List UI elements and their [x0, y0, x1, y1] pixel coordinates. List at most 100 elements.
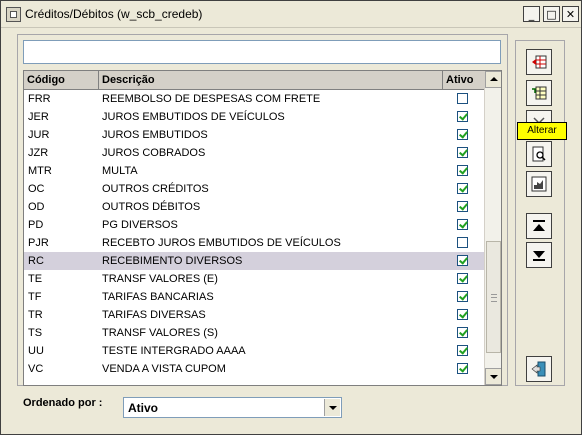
chevron-down-icon[interactable] [324, 399, 340, 416]
table-row[interactable]: JER JUROS EMBUTIDOS DE VEÍCULOS [24, 108, 484, 126]
row-code: TF [28, 291, 42, 303]
row-description: REEMBOLSO DE DESPESAS COM FRETE [102, 93, 321, 105]
tooltip: Alterar [517, 122, 567, 140]
title-bar: Créditos/Débitos (w_scb_credeb) _ □ ✕ [1, 1, 581, 28]
table-row[interactable]: RC RECEBIMENTO DIVERSOS [24, 252, 484, 270]
row-description: RECEBIMENTO DIVERSOS [102, 255, 243, 267]
row-code: OD [28, 201, 45, 213]
order-by-label-text: Ordenado por : [23, 397, 103, 409]
grid-header: Código Descrição Ativo [24, 71, 484, 90]
row-code: JER [28, 111, 49, 123]
row-description: OUTROS CRÉDITOS [102, 183, 209, 195]
active-checkbox[interactable] [457, 111, 468, 122]
row-description: TRANSF VALORES (S) [102, 327, 218, 339]
table-row[interactable]: TR TARIFAS DIVERSAS [24, 306, 484, 324]
row-code: JZR [28, 147, 49, 159]
column-header-description[interactable]: Descrição [99, 71, 443, 89]
row-code: OC [28, 183, 45, 195]
table-row[interactable]: TS TRANSF VALORES (S) [24, 324, 484, 342]
row-code: TE [28, 273, 43, 285]
minimize-button[interactable]: _ [523, 6, 540, 22]
table-row[interactable]: TF TARIFAS BANCARIAS [24, 288, 484, 306]
scroll-down-button[interactable] [485, 368, 501, 385]
row-code: VC [28, 363, 44, 375]
row-code: RC [28, 255, 44, 267]
edit-button[interactable] [526, 80, 552, 106]
active-checkbox[interactable] [457, 147, 468, 158]
row-description: JUROS COBRADOS [102, 147, 206, 159]
order-by-dropdown[interactable]: Ativo [123, 397, 342, 418]
table-row[interactable]: OC OUTROS CRÉDITOS [24, 180, 484, 198]
exit-door-icon [531, 361, 546, 377]
records-grid: Código Descrição Ativo FRR REEMBOLSO DE D… [23, 70, 502, 386]
table-row[interactable]: JUR JUROS EMBUTIDOS [24, 126, 484, 144]
print-preview-icon [532, 146, 546, 162]
close-button[interactable]: ✕ [562, 6, 579, 22]
column-header-code[interactable]: Código [24, 71, 99, 89]
row-code: TR [28, 309, 43, 321]
row-code: PJR [28, 237, 49, 249]
table-row[interactable]: UU TESTE INTERGRADO AAAA [24, 342, 484, 360]
table-row[interactable]: PJR RECEBTO JUROS EMBUTIDOS DE VEÍCULOS [24, 234, 484, 252]
active-checkbox[interactable] [457, 201, 468, 212]
row-description: PG DIVERSOS [102, 219, 178, 231]
scroll-up-button[interactable] [485, 71, 501, 88]
row-code: TS [28, 327, 43, 339]
row-description: OUTROS DÉBITOS [102, 201, 201, 213]
row-code: PD [28, 219, 44, 231]
active-checkbox[interactable] [457, 183, 468, 194]
row-description: RECEBTO JUROS EMBUTIDOS DE VEÍCULOS [102, 237, 341, 249]
active-checkbox[interactable] [457, 219, 468, 230]
move-down-icon [533, 251, 545, 261]
row-description: VENDA A VISTA CUPOM [102, 363, 226, 375]
exit-button[interactable] [526, 356, 552, 382]
row-code: FRR [28, 93, 51, 105]
row-description: JUROS EMBUTIDOS [102, 129, 208, 141]
scroll-thumb[interactable] [486, 241, 501, 353]
table-row[interactable]: TE TRANSF VALORES (E) [24, 270, 484, 288]
preview-button[interactable] [526, 141, 552, 167]
grid-scrollbar[interactable] [484, 71, 501, 385]
row-code: UU [28, 345, 44, 357]
table-row[interactable]: OD OUTROS DÉBITOS [24, 198, 484, 216]
row-code: JUR [28, 129, 50, 141]
table-row[interactable]: VC VENDA A VISTA CUPOM [24, 360, 484, 378]
active-checkbox[interactable] [457, 309, 468, 320]
move-first-icon [533, 220, 545, 231]
active-checkbox[interactable] [457, 237, 468, 248]
active-checkbox[interactable] [457, 363, 468, 374]
insert-button[interactable] [526, 49, 552, 75]
window-title: Créditos/Débitos (w_scb_credeb) [25, 7, 203, 21]
active-checkbox[interactable] [457, 327, 468, 338]
active-checkbox[interactable] [457, 129, 468, 140]
active-checkbox[interactable] [457, 165, 468, 176]
row-description: TRANSF VALORES (E) [102, 273, 218, 285]
row-description: TESTE INTERGRADO AAAA [102, 345, 246, 357]
table-row[interactable]: PD PG DIVERSOS [24, 216, 484, 234]
insert-record-icon [532, 55, 547, 69]
table-row[interactable]: MTR MULTA [24, 162, 484, 180]
table-row[interactable]: JZR JUROS COBRADOS [24, 144, 484, 162]
report-button[interactable] [526, 171, 552, 197]
active-checkbox[interactable] [457, 93, 468, 104]
order-by-label: Ordenado por : [23, 397, 102, 409]
edit-record-icon [532, 86, 547, 100]
row-description: TARIFAS BANCARIAS [102, 291, 214, 303]
order-by-value: Ativo [128, 401, 158, 415]
report-icon [531, 176, 547, 192]
active-checkbox[interactable] [457, 255, 468, 266]
grid-rows: FRR REEMBOLSO DE DESPESAS COM FRETE JER JUR… [24, 90, 484, 378]
first-record-button[interactable] [526, 213, 552, 239]
table-row[interactable]: FRR REEMBOLSO DE DESPESAS COM FRETE [24, 90, 484, 108]
last-record-button[interactable] [526, 242, 552, 268]
column-header-active[interactable]: Ativo [443, 71, 484, 89]
active-checkbox[interactable] [457, 291, 468, 302]
row-code: MTR [28, 165, 52, 177]
row-description: MULTA [102, 165, 138, 177]
search-input[interactable] [23, 40, 501, 64]
row-description: JUROS EMBUTIDOS DE VEÍCULOS [102, 111, 285, 123]
active-checkbox[interactable] [457, 345, 468, 356]
active-checkbox[interactable] [457, 273, 468, 284]
app-icon [6, 7, 21, 22]
maximize-button[interactable]: □ [543, 6, 560, 22]
